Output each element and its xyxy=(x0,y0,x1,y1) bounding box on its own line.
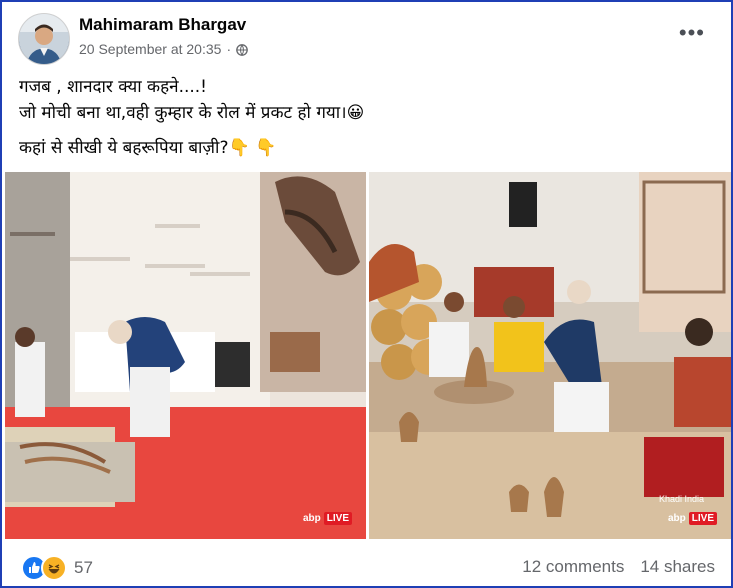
post-text-line-2: जो मोची बना था,वही कुम्हार के रोल में प्… xyxy=(19,103,365,123)
avatar[interactable] xyxy=(18,13,70,65)
meta-separator: · xyxy=(226,41,232,57)
reactions-summary[interactable]: 57 xyxy=(21,555,93,581)
globe-icon xyxy=(236,43,248,56)
post-text-line-3: कहां से सीखी ये बहरूपिया बाज़ी?👇 👇 xyxy=(19,138,277,158)
news-logo-left: abp LIVE xyxy=(303,512,352,525)
post-photo-cobbler[interactable]: abp LIVE xyxy=(5,172,366,539)
khadi-india-sign: Khadi India xyxy=(659,494,704,504)
post-footer: 57 12 comments 14 shares xyxy=(2,550,731,584)
post-text-line-1: गजब , शानदार क्या कहने....! xyxy=(19,77,207,97)
reaction-count: 57 xyxy=(74,558,93,577)
engagement-stats: 12 comments 14 shares xyxy=(522,557,715,577)
post-card: Mahimaram Bhargav 20 September at 20:35 … xyxy=(0,0,733,588)
post-meta: 20 September at 20:35 · xyxy=(79,41,248,57)
post-timestamp[interactable]: 20 September at 20:35 xyxy=(79,41,221,57)
shares-count[interactable]: 14 shares xyxy=(640,557,715,577)
comments-count[interactable]: 12 comments xyxy=(522,557,624,577)
more-options-icon[interactable]: ••• xyxy=(679,20,705,46)
haha-icon xyxy=(41,555,67,581)
post-photo-potter[interactable]: Khadi India abp LIVE xyxy=(369,172,731,539)
news-logo-right: abp LIVE xyxy=(668,512,717,525)
author-name[interactable]: Mahimaram Bhargav xyxy=(79,15,246,35)
